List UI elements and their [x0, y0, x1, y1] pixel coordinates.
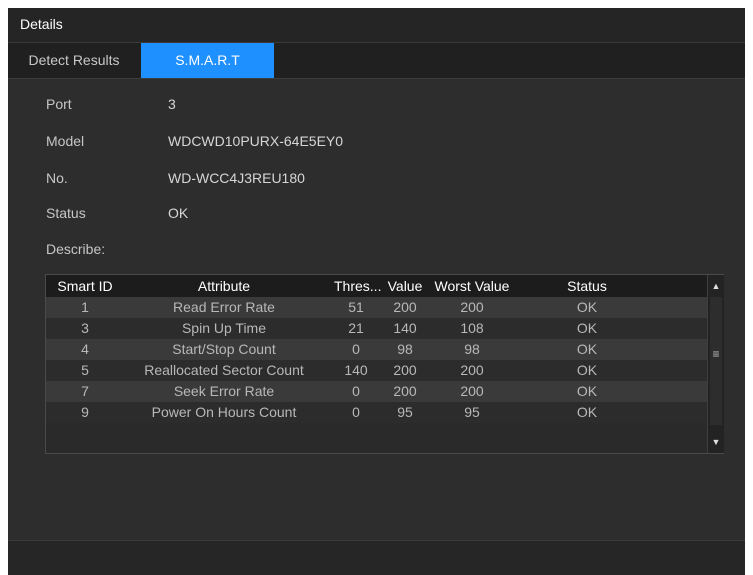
cell-threshold: 21 [348, 320, 364, 336]
cell-status: OK [576, 341, 598, 357]
table-row[interactable]: 5 Reallocated Sector Count 140 200 200 O… [46, 360, 707, 381]
header-worst-value[interactable]: Worst Value [430, 275, 514, 297]
cell-attribute: Power On Hours Count [151, 404, 297, 420]
cell-smart-id: 9 [81, 404, 89, 420]
header-value[interactable]: Value [383, 275, 427, 297]
details-window: Details Detect Results S.M.A.R.T Port 3 … [8, 8, 745, 575]
smart-table: Smart ID Attribute Thres... Value Worst … [45, 274, 724, 454]
cell-threshold: 140 [344, 362, 368, 378]
cell-value: 95 [397, 404, 413, 420]
cell-smart-id: 1 [81, 299, 89, 315]
cell-threshold: 0 [352, 341, 360, 357]
cell-threshold: 51 [348, 299, 364, 315]
cell-status: OK [576, 383, 598, 399]
cell-smart-id: 3 [81, 320, 89, 336]
table-row[interactable]: 4 Start/Stop Count 0 98 98 OK [46, 339, 707, 360]
table-row[interactable]: 1 Read Error Rate 51 200 200 OK [46, 297, 707, 318]
cell-smart-id: 5 [81, 362, 89, 378]
model-value: WDCWD10PURX-64E5EY0 [168, 133, 344, 149]
port-label: Port [46, 96, 72, 112]
table-row[interactable]: 3 Spin Up Time 21 140 108 OK [46, 318, 707, 339]
cell-attribute: Seek Error Rate [173, 383, 275, 399]
cell-attribute: Reallocated Sector Count [144, 362, 304, 378]
cell-value: 200 [393, 383, 417, 399]
header-smart-id[interactable]: Smart ID [46, 275, 124, 297]
describe-label: Describe: [46, 241, 106, 257]
scroll-up-icon[interactable]: ▲ [708, 276, 724, 296]
cell-attribute: Spin Up Time [181, 320, 267, 336]
status-label: Status [46, 205, 86, 221]
scroll-down-icon[interactable]: ▼ [708, 432, 724, 452]
cell-value: 140 [393, 320, 417, 336]
tab-bar: Detect Results S.M.A.R.T [8, 43, 745, 79]
title-bar: Details [8, 8, 745, 43]
cell-status: OK [576, 404, 598, 420]
cell-threshold: 0 [352, 383, 360, 399]
header-threshold[interactable]: Thres... [334, 275, 381, 297]
scroll-thumb[interactable]: ≡ [710, 297, 722, 425]
table-scrollbar[interactable]: ▲ ≡ ▼ [707, 275, 724, 453]
table-header: Smart ID Attribute Thres... Value Worst … [46, 275, 707, 297]
table-row[interactable]: 9 Power On Hours Count 0 95 95 OK [46, 402, 707, 423]
cell-worst-value: 108 [460, 320, 484, 336]
cell-worst-value: 200 [460, 299, 484, 315]
serial-number-label: No. [46, 170, 68, 186]
window-title: Details [20, 16, 63, 32]
cell-status: OK [576, 299, 598, 315]
cell-status: OK [576, 320, 598, 336]
header-status[interactable]: Status [524, 275, 650, 297]
cell-worst-value: 200 [460, 383, 484, 399]
cell-worst-value: 95 [464, 404, 480, 420]
cell-threshold: 0 [352, 404, 360, 420]
cell-smart-id: 7 [81, 383, 89, 399]
model-label: Model [46, 133, 85, 149]
tab-smart[interactable]: S.M.A.R.T [141, 43, 274, 78]
cell-value: 200 [393, 299, 417, 315]
cell-worst-value: 200 [460, 362, 484, 378]
table-row[interactable]: 7 Seek Error Rate 0 200 200 OK [46, 381, 707, 402]
cell-worst-value: 98 [464, 341, 480, 357]
status-value: OK [168, 205, 189, 221]
header-attribute[interactable]: Attribute [124, 275, 324, 297]
cell-attribute: Read Error Rate [173, 299, 275, 315]
cell-value: 200 [393, 362, 417, 378]
cell-status: OK [576, 362, 598, 378]
grip-icon: ≡ [712, 347, 720, 361]
tab-detect-results[interactable]: Detect Results [8, 43, 140, 78]
serial-number-value: WD-WCC4J3REU180 [168, 170, 305, 186]
cell-value: 98 [397, 341, 413, 357]
cell-smart-id: 4 [81, 341, 89, 357]
port-value: 3 [168, 96, 176, 112]
cell-attribute: Start/Stop Count [172, 341, 276, 357]
footer-bar [8, 540, 745, 575]
